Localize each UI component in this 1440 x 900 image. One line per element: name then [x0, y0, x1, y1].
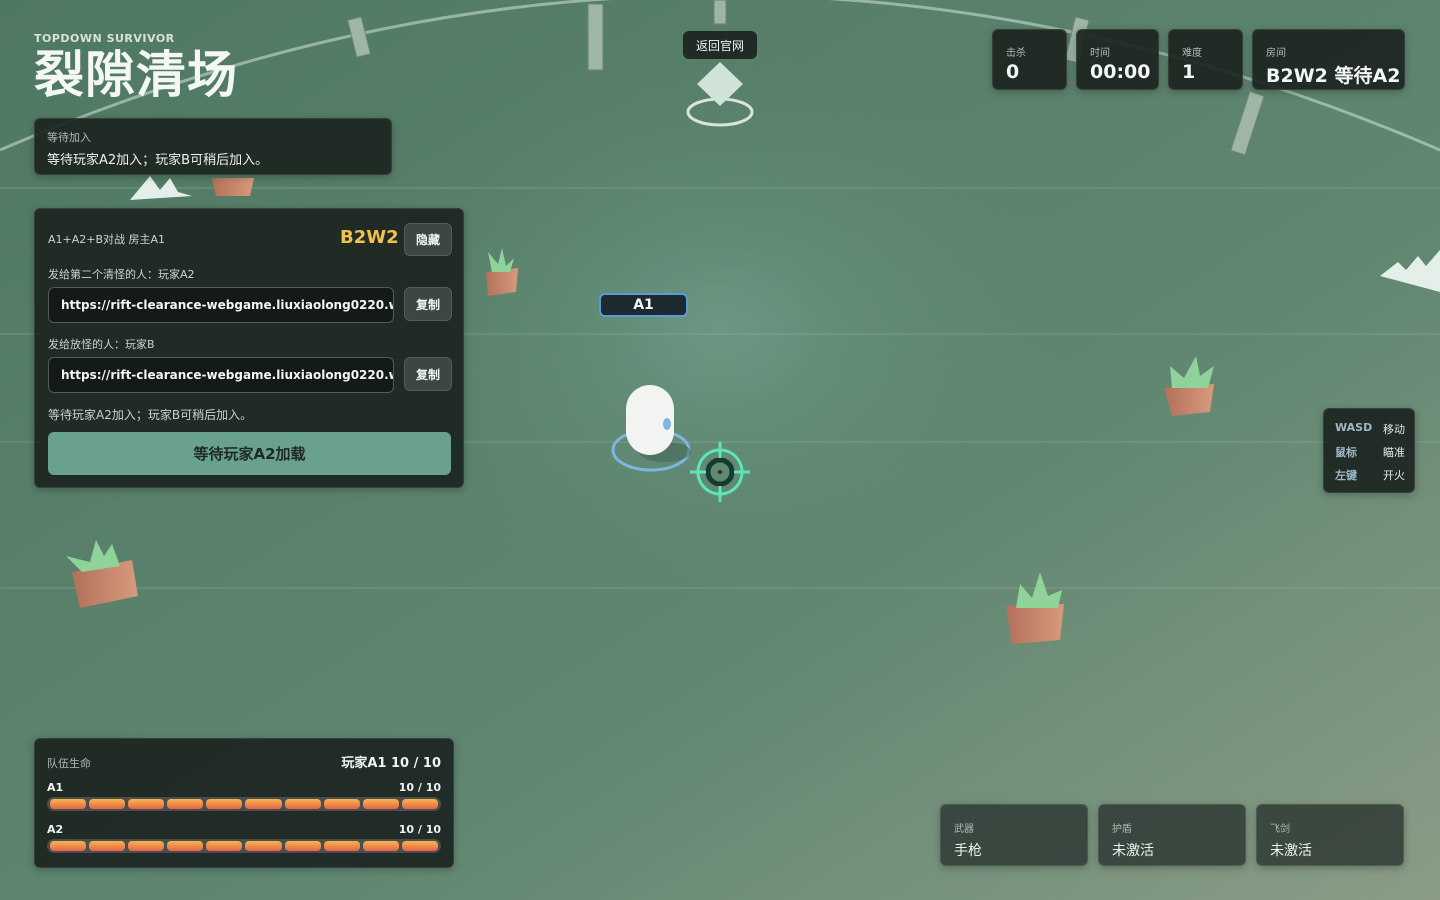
hp-segment: [245, 841, 282, 851]
link2-label: 发给放怪的人：玩家B: [48, 338, 155, 351]
potted-plant: [212, 178, 254, 196]
difficulty-value: 1: [1182, 61, 1196, 83]
home-button[interactable]: 返回官网: [683, 31, 757, 59]
status-message: 等待玩家A2加入；玩家B可稍后加入。: [47, 153, 269, 168]
lobby-note: 等待玩家A2加入；玩家B可稍后加入。: [48, 408, 253, 422]
time-stat: 时间 00:00: [1076, 29, 1159, 90]
hp-segment: [89, 799, 126, 809]
hp-segment: [401, 799, 438, 809]
room-value: B2W2 等待A2: [1266, 65, 1401, 87]
room-code: B2W2: [340, 227, 399, 248]
invite-link-b[interactable]: https://rift-clearance-webgame.liuxiaolo…: [48, 357, 394, 393]
control-action: 移动: [1383, 423, 1405, 436]
copy-link-a2-button[interactable]: 复制: [404, 287, 452, 321]
player-hp-value: 10 / 10: [398, 781, 441, 794]
hp-segment: [50, 841, 87, 851]
equip-value: 未激活: [1270, 843, 1312, 859]
hp-segment: [206, 799, 243, 809]
hp-segment: [323, 841, 360, 851]
equip-label: 武器: [954, 824, 974, 835]
hp-segment: [50, 799, 87, 809]
pillar: [587, 3, 604, 71]
hp-segment: [167, 841, 204, 851]
game-subtitle: TOPDOWN SURVIVOR: [34, 32, 175, 45]
player-hp-row: A2 10 / 10: [47, 823, 441, 853]
control-action: 瞄准: [1383, 446, 1405, 459]
hp-segment: [362, 799, 399, 809]
hp-segment: [89, 841, 126, 851]
hp-segment: [128, 841, 165, 851]
hp-bar: [47, 797, 441, 811]
player-hp-name: A2: [47, 823, 64, 836]
difficulty-stat: 难度 1: [1168, 29, 1243, 90]
invite-link-a2[interactable]: https://rift-clearance-webgame.liuxiaolo…: [48, 287, 394, 323]
control-key: 左键: [1335, 469, 1357, 482]
equip-label: 护盾: [1112, 824, 1132, 835]
hp-segment: [167, 799, 204, 809]
player-name-tag: A1: [599, 293, 688, 317]
kills-label: 击杀: [1006, 48, 1026, 59]
control-key: 鼠标: [1335, 446, 1357, 459]
equip-weapon: 武器 手枪: [940, 804, 1088, 866]
hp-segment: [323, 799, 360, 809]
equip-shield: 护盾 未激活: [1098, 804, 1246, 866]
hide-button[interactable]: 隐藏: [404, 223, 452, 256]
hp-segment: [206, 841, 243, 851]
pillar: [713, 0, 727, 25]
copy-link-b-button[interactable]: 复制: [404, 357, 452, 391]
kills-stat: 击杀 0: [992, 29, 1067, 90]
room-stat: 房间 B2W2 等待A2: [1252, 29, 1405, 90]
kills-value: 0: [1006, 61, 1020, 83]
join-status-panel: 等待加入 等待玩家A2加入；玩家B可稍后加入。: [34, 118, 392, 175]
control-action: 开火: [1383, 469, 1405, 482]
hp-segment: [362, 841, 399, 851]
difficulty-label: 难度: [1182, 48, 1202, 59]
hp-bar: [47, 839, 441, 853]
match-mode: A1+A2+B对战 房主A1: [48, 233, 166, 246]
equip-flying-sword: 飞剑 未激活: [1256, 804, 1404, 866]
hp-segment: [401, 841, 438, 851]
hp-segment: [245, 799, 282, 809]
game-title: 裂隙清场: [34, 46, 238, 104]
time-label: 时间: [1090, 48, 1110, 59]
equip-value: 未激活: [1112, 843, 1154, 859]
team-life-total: 玩家A1 10 / 10: [341, 756, 441, 771]
control-row: WASD 移动: [1335, 421, 1405, 437]
hp-segment: [128, 799, 165, 809]
hp-segment: [284, 799, 321, 809]
wait-load-button[interactable]: 等待玩家A2加载: [48, 432, 451, 475]
control-row: 鼠标 瞄准: [1335, 444, 1405, 460]
status-label: 等待加入: [47, 131, 91, 144]
room-label: 房间: [1266, 48, 1286, 59]
control-key: WASD: [1335, 421, 1373, 434]
equip-value: 手枪: [954, 843, 982, 859]
player-hp-value: 10 / 10: [398, 823, 441, 836]
team-life-panel: 队伍生命 玩家A1 10 / 10 A1 10 / 10 A2 10 / 10: [34, 738, 454, 868]
time-value: 00:00: [1090, 61, 1151, 83]
control-row: 左键 开火: [1335, 467, 1405, 483]
team-life-label: 队伍生命: [47, 757, 91, 770]
link1-label: 发给第二个清怪的人：玩家A2: [48, 268, 195, 281]
player-hp-row: A1 10 / 10: [47, 781, 441, 811]
hp-segment: [284, 841, 321, 851]
equip-label: 飞剑: [1270, 824, 1290, 835]
controls-legend: WASD 移动 鼠标 瞄准 左键 开火: [1323, 408, 1415, 493]
player-hp-name: A1: [47, 781, 64, 794]
lobby-panel: A1+A2+B对战 房主A1 B2W2 隐藏 发给第二个清怪的人：玩家A2 ht…: [34, 208, 464, 488]
brand: TOPDOWN SURVIVOR 裂隙清场: [34, 32, 238, 103]
